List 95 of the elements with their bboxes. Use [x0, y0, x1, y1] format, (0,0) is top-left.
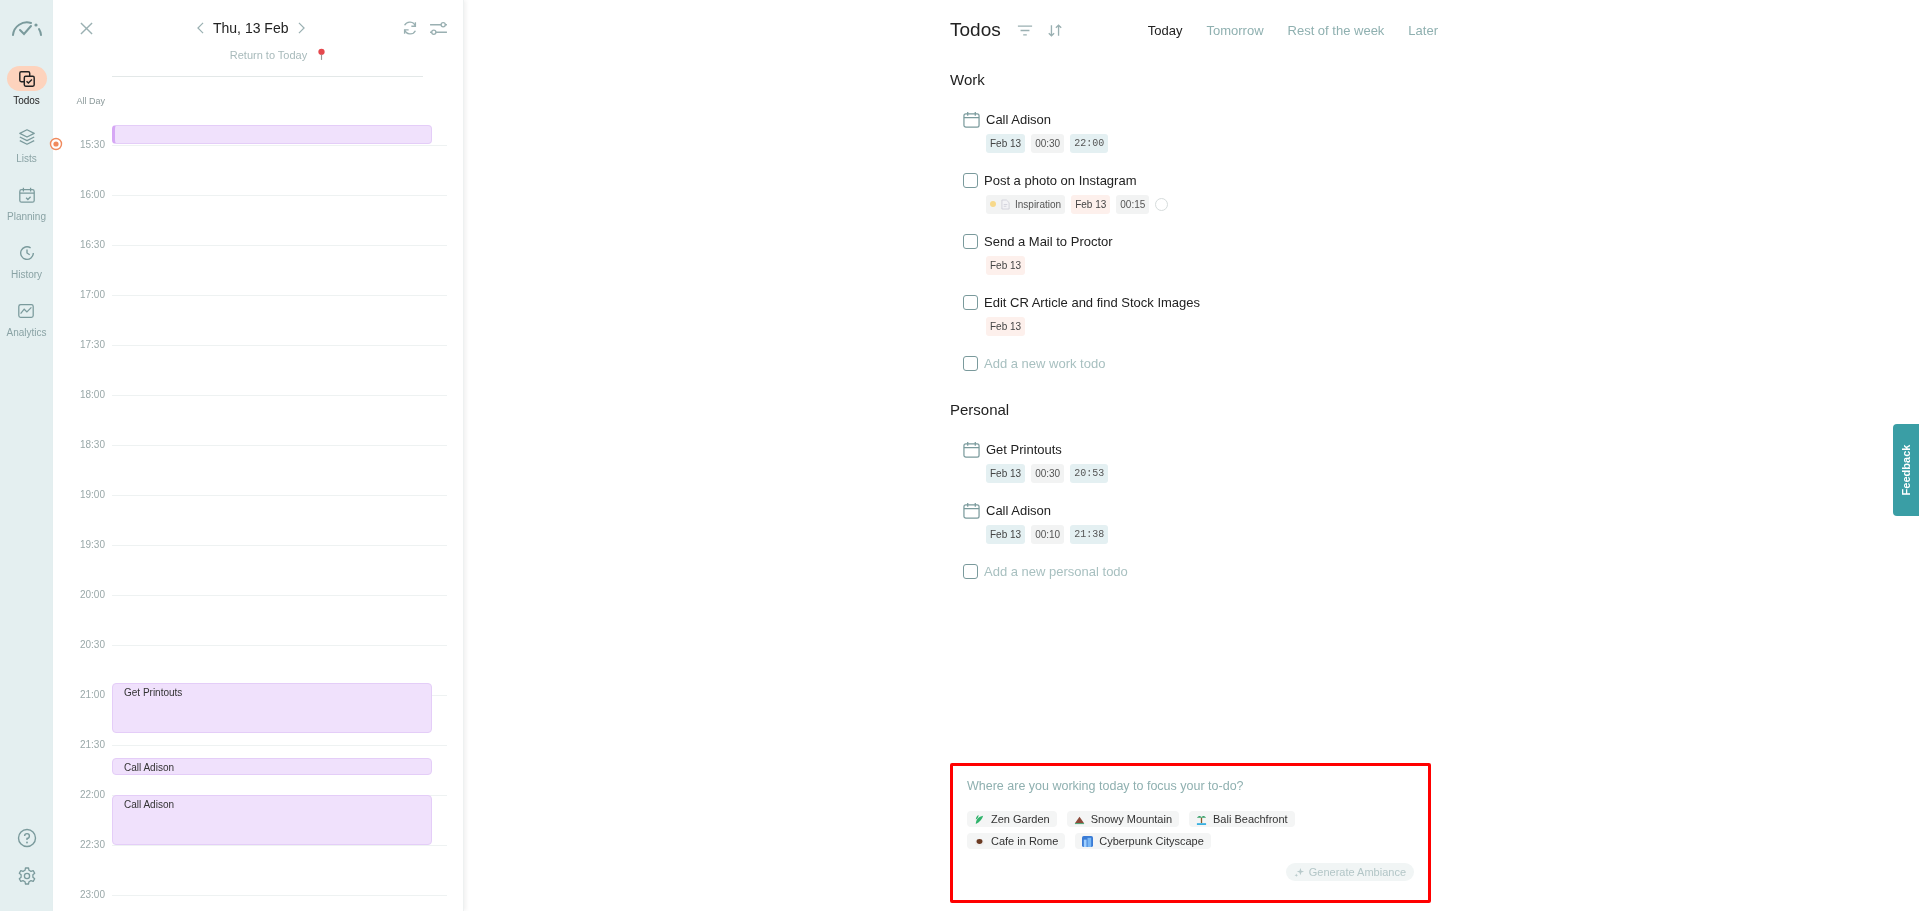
time-tag[interactable]: 20:53 [1070, 463, 1109, 483]
nav-label: Planning [7, 211, 46, 222]
calendar-icon [17, 185, 36, 204]
filter-icon[interactable] [1016, 23, 1033, 37]
time-label: 17:00 [78, 289, 105, 300]
time-tag[interactable]: 22:00 [1070, 133, 1109, 153]
chart-icon [17, 301, 36, 320]
clock-icon [17, 243, 36, 262]
pin-icon [317, 48, 327, 61]
time-label: 16:00 [78, 189, 105, 200]
help-icon[interactable] [16, 828, 37, 848]
checkbox[interactable] [963, 355, 978, 371]
todo-icon [17, 69, 36, 88]
time-tag[interactable]: 21:38 [1070, 524, 1109, 544]
ambiance-option[interactable]: Cyberpunk Cityscape [1075, 833, 1211, 849]
todo-title[interactable]: Call Adison [986, 111, 1052, 127]
calendar-icon[interactable] [963, 110, 980, 128]
leaf-icon [974, 813, 985, 825]
time-label: 17:30 [78, 339, 105, 350]
list-name: Inspiration [1015, 197, 1062, 211]
time-label: 16:30 [78, 239, 105, 250]
checkbox[interactable] [963, 294, 978, 310]
ambiance-field[interactable]: Where are you working today to focus your to-do? [967, 779, 1414, 793]
close-icon[interactable] [80, 21, 93, 35]
todo-title[interactable]: Get Printouts [986, 441, 1062, 457]
new-todo-field[interactable]: Add a new work todo [984, 355, 1284, 371]
layers-icon [17, 127, 36, 146]
list-tag[interactable]: Inspiration [986, 194, 1066, 214]
document-icon [1001, 198, 1010, 210]
checkbox[interactable] [963, 172, 978, 188]
time-label: 20:00 [78, 589, 105, 600]
tab[interactable]: Today [1147, 22, 1183, 38]
time-label: 15:30 [78, 139, 105, 150]
new-todo-field[interactable]: Add a new personal todo [984, 563, 1284, 579]
date-tag[interactable]: Feb 13 [1071, 194, 1111, 214]
checkbox[interactable] [963, 563, 978, 579]
todo-title[interactable]: Edit CR Article and find Stock Images [984, 294, 1201, 310]
time-label: 18:30 [78, 439, 105, 450]
duration-tag[interactable]: 00:15 [1116, 194, 1150, 214]
option-label: Zen Garden [991, 813, 1050, 825]
todo-title[interactable]: Post a photo on Instagram [984, 172, 1137, 188]
option-label: Cyberpunk Cityscape [1099, 835, 1204, 847]
calendar-date: Thu, 13 Feb [213, 20, 289, 36]
ambiance-option[interactable]: Bali Beachfront [1189, 811, 1295, 827]
calendar-icon[interactable] [963, 501, 980, 519]
time-label: 21:30 [78, 739, 105, 750]
settings-icon[interactable] [16, 866, 37, 886]
ambiance-option[interactable]: Cafe in Rome [967, 833, 1066, 849]
time-label: 18:00 [78, 389, 105, 400]
duration-tag[interactable]: 00:10 [1031, 524, 1065, 544]
checkbox[interactable] [963, 233, 978, 249]
nav-label: Analytics [6, 327, 47, 338]
option-label: Cafe in Rome [991, 835, 1059, 847]
duration-tag[interactable]: 00:30 [1031, 463, 1065, 483]
option-label: Bali Beachfront [1213, 813, 1288, 825]
todo-title[interactable]: Call Adison [986, 502, 1052, 518]
calendar-icon[interactable] [963, 440, 980, 458]
chevron-left-icon[interactable] [197, 22, 204, 34]
duration-tag[interactable]: 00:30 [1031, 133, 1065, 153]
time-label: 20:30 [78, 639, 105, 650]
time-label: 19:30 [78, 539, 105, 550]
date-tag[interactable]: Feb 13 [986, 524, 1026, 544]
city-icon [1082, 835, 1094, 847]
chevron-right-icon[interactable] [297, 22, 305, 34]
page-title: Todos [950, 19, 1001, 41]
calendar-event[interactable]: Call Adison [112, 795, 432, 845]
palm-tree-icon [1196, 813, 1208, 825]
sliders-icon[interactable] [429, 20, 448, 36]
current-time-icon [49, 137, 63, 151]
date-tag[interactable]: Feb 13 [986, 133, 1026, 153]
time-label: 22:30 [78, 839, 105, 850]
nav-label: Lists [16, 153, 37, 164]
nav-label: History [10, 269, 43, 280]
date-tag[interactable]: Feb 13 [986, 255, 1026, 275]
option-label: Snowy Mountain [1090, 813, 1173, 825]
date-tag[interactable]: Feb 13 [986, 316, 1026, 336]
button-label: Generate Ambiance [1308, 866, 1406, 878]
time-label: 23:00 [78, 889, 105, 900]
time-label: 19:00 [78, 489, 105, 500]
sparkle-icon [1293, 866, 1305, 878]
section-title: Work [950, 71, 986, 88]
sort-icon[interactable] [1046, 22, 1063, 38]
calendar-event[interactable]: Get Printouts [112, 683, 432, 733]
time-label: 22:00 [78, 789, 105, 800]
logo-icon [10, 20, 43, 36]
section-title: Personal [950, 401, 1011, 418]
all-day-label: All Day [75, 96, 105, 106]
ambiance-option[interactable]: Snowy Mountain [1066, 811, 1180, 827]
date-tag[interactable]: Feb 13 [986, 463, 1026, 483]
refresh-icon[interactable] [401, 19, 419, 37]
calendar-event[interactable]: Call Adison [112, 758, 432, 775]
ambiance-option[interactable]: Zen Garden [967, 811, 1057, 827]
time-label: 21:00 [78, 689, 105, 700]
nav-label: Todos [13, 95, 40, 106]
todo-title[interactable]: Send a Mail to Proctor [984, 233, 1113, 249]
